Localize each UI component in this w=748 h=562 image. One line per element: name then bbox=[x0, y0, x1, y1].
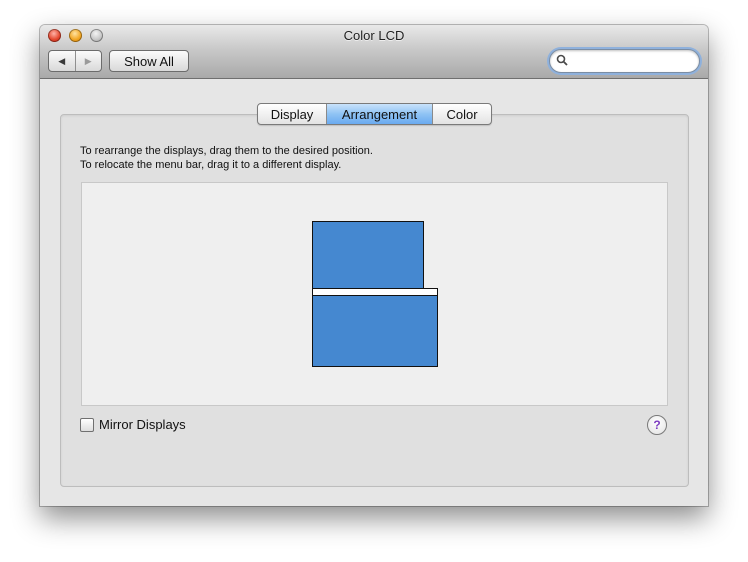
display-thumbnail-secondary[interactable] bbox=[312, 221, 424, 289]
mirror-displays-label: Mirror Displays bbox=[99, 417, 186, 432]
search-field[interactable] bbox=[549, 49, 700, 73]
arrangement-canvas bbox=[81, 182, 668, 406]
preferences-window: Color LCD ◀ ▶ Show All Display Arrangeme… bbox=[40, 25, 708, 506]
show-all-button[interactable]: Show All bbox=[109, 50, 189, 72]
instructions-text: To rearrange the displays, drag them to … bbox=[80, 144, 373, 172]
tab-arrangement[interactable]: Arrangement bbox=[326, 104, 432, 124]
tab-display[interactable]: Display bbox=[258, 104, 326, 124]
mirror-displays-checkbox[interactable] bbox=[80, 417, 94, 432]
forward-arrow-icon: ▶ bbox=[84, 55, 92, 66]
title-bar: Color LCD ◀ ▶ Show All bbox=[40, 25, 708, 79]
search-input[interactable] bbox=[572, 52, 694, 71]
mirror-displays-option[interactable]: Mirror Displays bbox=[80, 417, 186, 432]
back-arrow-icon: ◀ bbox=[58, 55, 66, 66]
back-button[interactable]: ◀ bbox=[49, 51, 75, 71]
instructions-line-2: To relocate the menu bar, drag it to a d… bbox=[80, 159, 342, 171]
search-icon bbox=[556, 54, 568, 66]
forward-button[interactable]: ▶ bbox=[74, 51, 102, 71]
display-thumbnail-main[interactable] bbox=[312, 288, 438, 367]
menu-bar-indicator[interactable] bbox=[312, 288, 438, 296]
tab-color[interactable]: Color bbox=[432, 104, 491, 124]
help-button[interactable]: ? bbox=[647, 415, 667, 435]
window-title: Color LCD bbox=[343, 28, 405, 43]
help-icon: ? bbox=[653, 418, 661, 432]
tab-bar: Display Arrangement Color bbox=[257, 103, 492, 125]
back-forward-group: ◀ ▶ bbox=[48, 50, 102, 72]
instructions-line-1: To rearrange the displays, drag them to … bbox=[80, 145, 373, 157]
